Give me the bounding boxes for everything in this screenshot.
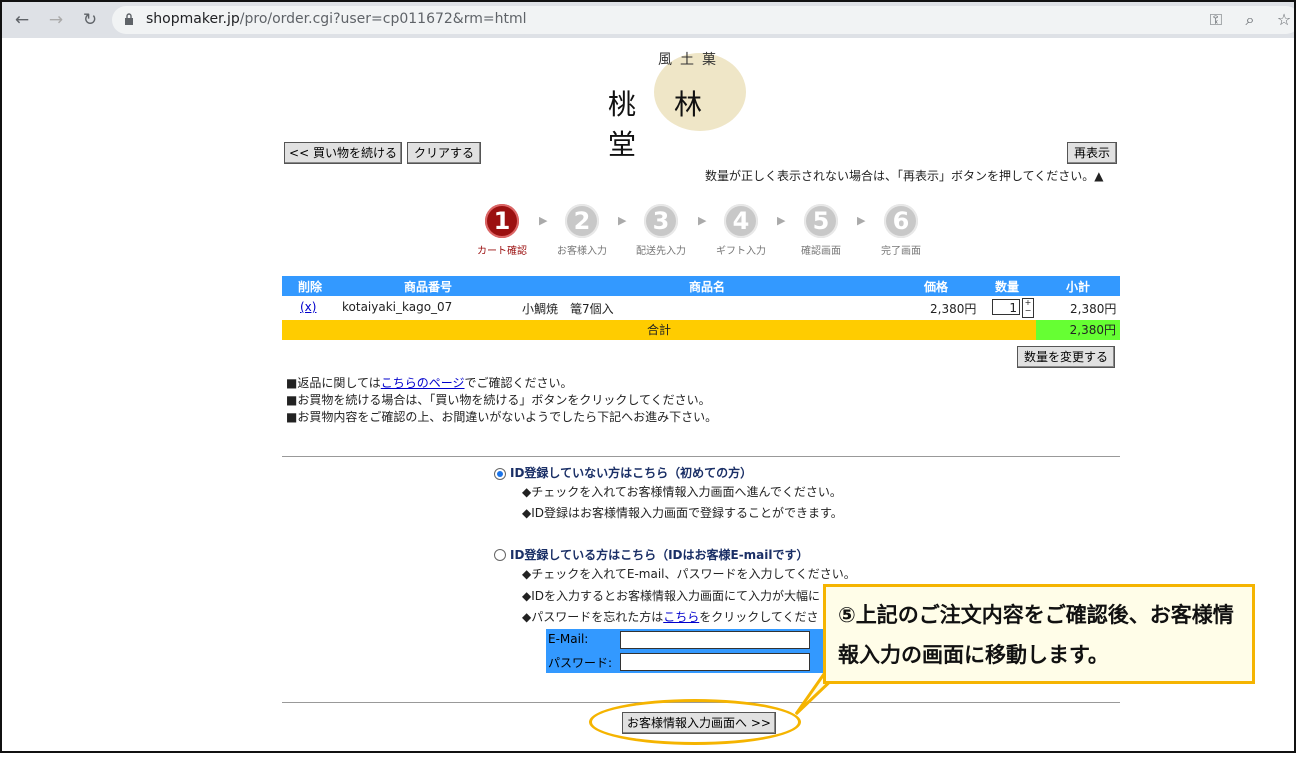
step-number: 3 (644, 204, 678, 238)
option-member-bullet: ◆パスワードを忘れた方はこちらをクリックしてくださ (522, 610, 819, 624)
reload-display-button[interactable]: 再表示 (1067, 142, 1117, 164)
header-code: 商品番号 (404, 280, 453, 294)
option-member-title: ID登録している方はこちら（IDはお客様E-mailです） (510, 548, 809, 562)
email-label: E-Mail: (548, 632, 589, 646)
reload-note: 数量が正しく表示されない場合は、「再表示」ボタンを押してください。▲ (705, 169, 1104, 183)
step-label: カート確認 (477, 246, 527, 257)
item-name: 小鯛焼 篭7個入 (522, 302, 614, 316)
forward-icon[interactable]: → (46, 10, 66, 30)
step-number: 5 (804, 204, 838, 238)
divider (282, 456, 1120, 457)
change-quantity-button[interactable]: 数量を変更する (1017, 346, 1115, 368)
total-row: 合計 2,380円 (282, 320, 1120, 340)
delete-link[interactable]: (x) (300, 300, 316, 314)
step-label: 確認画面 (801, 246, 841, 257)
back-icon[interactable]: ← (12, 10, 32, 30)
header-delete: 削除 (298, 280, 323, 294)
step-label: 配送先入力 (636, 246, 686, 257)
step-customer-input: 2 お客様入力 (542, 204, 622, 257)
info-proceed: ■お買物内容をご確認の上、お間違いがないようでしたら下記へお進み下さい。 (286, 410, 718, 424)
step-confirm: 5 確認画面 (781, 204, 861, 257)
callout-text: ⑤上記のご注文内容をご確認後、お客様情報入力の画面に移動します。 (838, 603, 1234, 667)
logo-subtitle: 風土菓 (658, 52, 724, 68)
email-field[interactable] (620, 631, 810, 649)
cart-header-row: 削除 商品番号 商品名 価格 数量 小計 (282, 276, 1120, 296)
password-label: パスワード: (548, 656, 613, 670)
radio-member[interactable] (494, 549, 506, 561)
lock-icon (125, 13, 133, 25)
item-code: kotaiyaki_kago_07 (342, 300, 453, 314)
quantity-stepper[interactable]: + − (1022, 298, 1034, 318)
logo-title: 桃林堂 (608, 88, 741, 161)
shop-logo[interactable]: 風土菓 桃林堂 (602, 47, 802, 161)
url-text: shopmaker.jp/pro/order.cgi?user=cp011672… (146, 11, 527, 27)
step-complete: 6 完了画面 (861, 204, 941, 257)
info-return-policy: ■返品に関してはこちらのページでご確認ください。 (286, 376, 573, 390)
cart-table: 削除 商品番号 商品名 価格 数量 小計 (x) kotaiyaki_kago_… (282, 276, 1120, 340)
forgot-password-link[interactable]: こちら (663, 610, 699, 624)
option-member-bullet: ◆チェックを入れてE-mail、パスワードを入力してください。 (522, 567, 856, 581)
step-delivery-input: 3 配送先入力 (621, 204, 701, 257)
option-member-bullet: ◆IDを入力するとお客様情報入力画面にて入力が大幅に (522, 589, 821, 603)
highlight-oval (589, 699, 801, 745)
key-icon[interactable]: ⚿ (1206, 10, 1226, 30)
step-gift-input: 4 ギフト入力 (701, 204, 781, 257)
login-form: E-Mail: パスワード: (546, 629, 824, 673)
item-subtotal: 2,380円 (1070, 302, 1117, 316)
option-new-bullet: ◆ID登録はお客様情報入力画面で登録することができます。 (522, 506, 843, 520)
option-new-title: ID登録していない方はこちら（初めての方） (510, 466, 753, 480)
step-label: ギフト入力 (716, 246, 766, 257)
header-price: 価格 (924, 280, 949, 294)
bookmark-star-icon[interactable]: ☆ (1274, 10, 1294, 30)
zoom-icon[interactable]: ⌕ (1240, 10, 1260, 30)
table-row: (x) kotaiyaki_kago_07 小鯛焼 篭7個入 2,380円 1 … (282, 296, 1120, 320)
continue-shopping-button[interactable]: << 買い物を続ける (284, 142, 402, 164)
reload-icon[interactable]: ↻ (80, 10, 100, 30)
step-number: 2 (565, 204, 599, 238)
screenshot-frame: ← → ↻ shopmaker.jp/pro/order.cgi?user=cp… (0, 0, 1296, 753)
annotation-callout: ⑤上記のご注文内容をご確認後、お客様情報入力の画面に移動します。 (823, 584, 1255, 684)
option-new-bullet: ◆チェックを入れてお客様情報入力画面へ進んでください。 (522, 485, 842, 499)
step-label: 完了画面 (881, 246, 921, 257)
browser-toolbar: ← → ↻ shopmaker.jp/pro/order.cgi?user=cp… (2, 2, 1294, 38)
return-policy-link[interactable]: こちらのページ (381, 376, 465, 390)
info-continue: ■お買物を続ける場合は、「買い物を続ける」ボタンをクリックしてください。 (286, 393, 711, 407)
header-name: 商品名 (689, 280, 726, 294)
total-label: 合計 (282, 320, 1036, 340)
step-cart-confirm: 1 カート確認 (462, 204, 542, 257)
quantity-input[interactable]: 1 (992, 299, 1020, 315)
header-subtotal: 小計 (1066, 280, 1091, 294)
step-number: 6 (884, 204, 918, 238)
item-price: 2,380円 (930, 302, 977, 316)
header-qty: 数量 (995, 280, 1020, 294)
address-bar[interactable]: shopmaker.jp/pro/order.cgi?user=cp011672… (112, 6, 1294, 34)
total-value: 2,380円 (1036, 320, 1120, 340)
radio-new-customer[interactable] (494, 468, 506, 480)
step-number: 1 (485, 204, 519, 238)
clear-button[interactable]: クリアする (407, 142, 481, 164)
step-label: お客様入力 (557, 246, 607, 257)
password-field[interactable] (620, 653, 810, 671)
step-number: 4 (724, 204, 758, 238)
